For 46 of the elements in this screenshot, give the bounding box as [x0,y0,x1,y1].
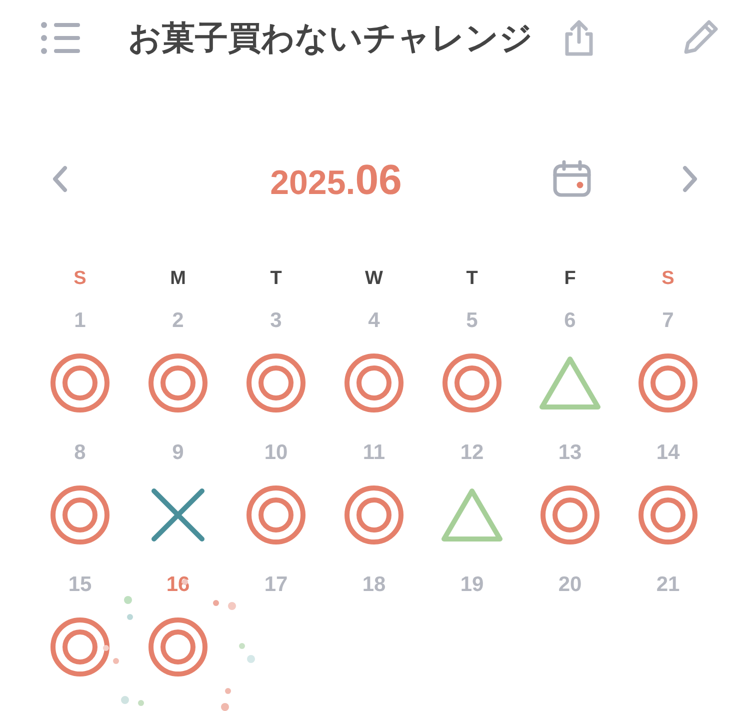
menu-icon[interactable] [40,21,82,55]
calendar-icon[interactable] [552,160,592,198]
day-number[interactable]: 13 [558,437,582,479]
weekday-label: S [74,266,86,291]
confetti-dot-icon [225,688,231,694]
day-number[interactable]: 14 [656,437,680,479]
previous-month-icon[interactable] [50,164,70,194]
weekday-label: T [466,266,478,291]
day-number[interactable]: 20 [558,569,582,611]
confetti-dot-icon [228,602,236,610]
confetti-dot-icon [127,614,133,620]
weekday-label: M [170,266,186,291]
day-number[interactable]: 19 [460,569,484,611]
confetti-dot-icon [113,658,119,664]
day-number[interactable]: 21 [656,569,680,611]
day-number[interactable]: 7 [662,305,674,347]
day-number[interactable]: 10 [264,437,288,479]
weekday-label: S [662,266,674,291]
confetti-dot-icon [182,579,188,585]
day-number[interactable]: 15 [68,569,92,611]
day-number[interactable]: 9 [172,437,184,479]
day-number[interactable]: 17 [264,569,288,611]
confetti-dot-icon [121,696,129,704]
day-number[interactable]: 4 [368,305,380,347]
confetti-dot-icon [138,700,144,706]
app-title: お菓子買わないチャレンジ [128,18,533,58]
day-number[interactable]: 6 [564,305,576,347]
day-number[interactable]: 3 [270,305,282,347]
confetti-dot-icon [103,645,109,651]
day-number[interactable]: 8 [74,437,86,479]
confetti-dot-icon [213,600,219,606]
day-number[interactable]: 11 [362,437,386,479]
confetti-dot-icon [124,596,132,604]
month-label: 2025.06 [270,154,402,204]
day-number[interactable]: 2 [172,305,184,347]
weekday-label: W [365,266,383,291]
day-number[interactable]: 12 [460,437,484,479]
day-number[interactable]: 18 [362,569,386,611]
weekday-label: F [564,266,576,291]
day-number[interactable]: 5 [466,305,478,347]
weekday-label: T [270,266,282,291]
day-number[interactable]: 1 [74,305,86,347]
confetti-dot-icon [221,703,229,711]
next-month-icon[interactable] [680,164,700,194]
confetti-dot-icon [239,643,245,649]
confetti-dot-icon [247,655,255,663]
